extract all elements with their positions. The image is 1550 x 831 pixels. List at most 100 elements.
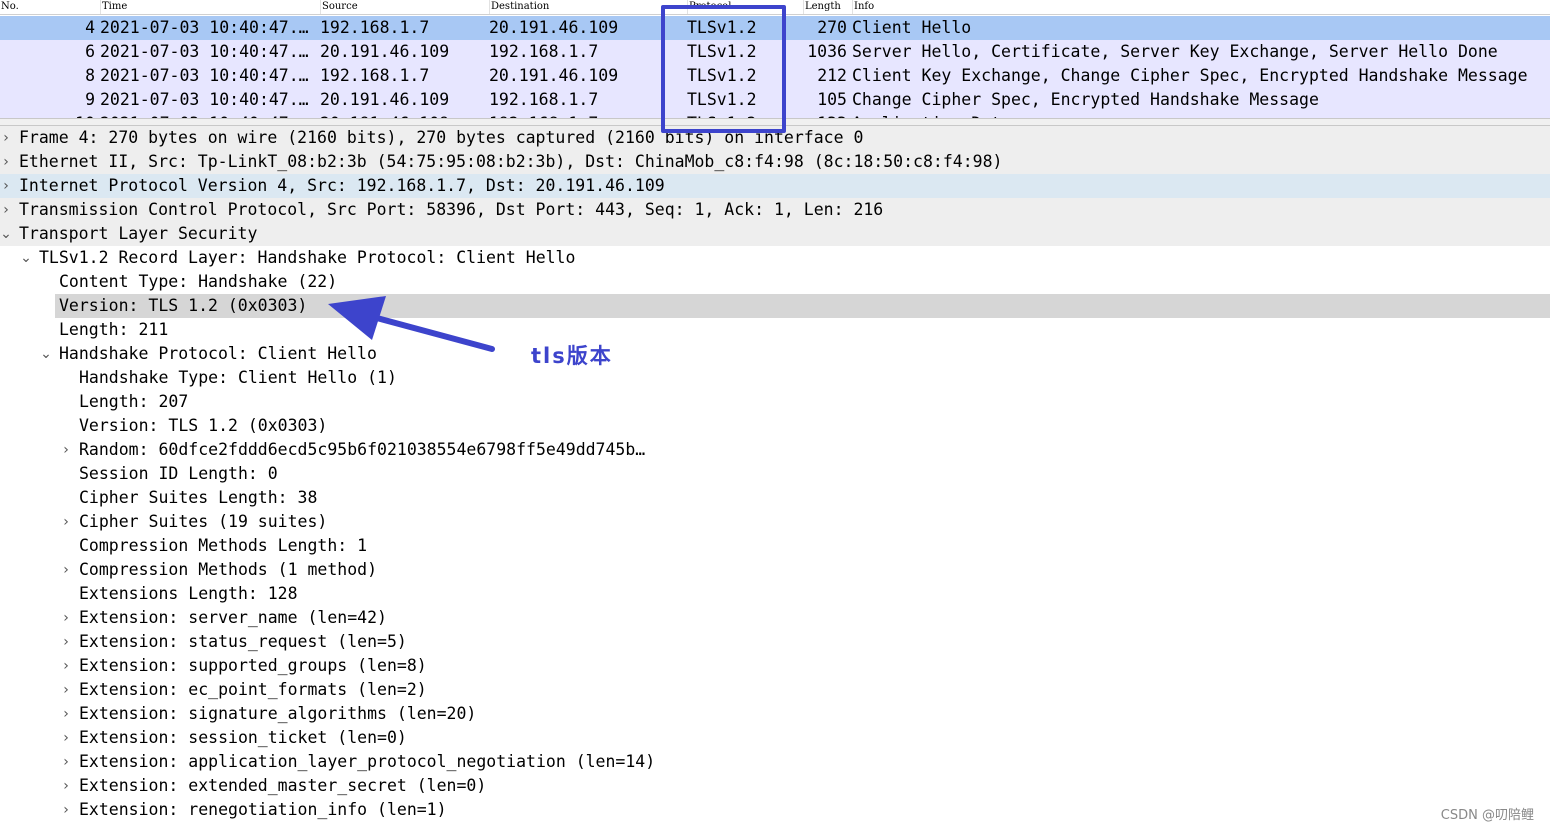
expanded-arrow-icon[interactable]: ⌄ [0, 222, 12, 246]
packet-cell-info: Server Hello, Certificate, Server Key Ex… [852, 42, 1498, 61]
detail-row[interactable]: Version: TLS 1.2 (0x0303) [0, 414, 1550, 438]
collapsed-arrow-icon[interactable]: › [60, 798, 72, 822]
packet-cell-time: 2021-07-03 10:40:47.… [100, 90, 309, 109]
expanded-arrow-icon[interactable]: ⌄ [20, 246, 32, 270]
collapsed-arrow-icon[interactable]: › [60, 774, 72, 798]
detail-row[interactable]: › Random: 60dfce2fddd6ecd5c95b6f021038554… [0, 438, 1550, 462]
detail-row[interactable]: › Extension: signature_algorithms (len=20… [0, 702, 1550, 726]
detail-text: Transport Layer Security [19, 224, 258, 243]
packet-cell-source: 20.191.46.109 [320, 90, 450, 109]
detail-text: Extension: extended_master_secret (len=0… [79, 776, 487, 795]
packet-cell-info: Client Key Exchange, Change Cipher Spec,… [852, 66, 1528, 85]
detail-row[interactable]: Extensions Length: 128 [0, 582, 1550, 606]
packet-cell-destination: 192.168.1.7 [489, 90, 599, 109]
detail-text: Handshake Type: Client Hello (1) [79, 368, 397, 387]
packet-cell-source: 192.168.1.7 [320, 18, 430, 37]
detail-row[interactable]: ⌄ Transport Layer Security [0, 222, 1550, 246]
packet-cell-info: Change Cipher Spec, Encrypted Handshake … [852, 90, 1319, 109]
detail-text: Cipher Suites (19 suites) [79, 512, 328, 531]
detail-row[interactable]: Version: TLS 1.2 (0x0303) [0, 294, 1550, 318]
collapsed-arrow-icon[interactable]: › [0, 174, 12, 198]
packet-cell-length: 1036 [807, 42, 847, 61]
detail-text: Session ID Length: 0 [79, 464, 278, 483]
detail-row[interactable]: › Cipher Suites (19 suites) [0, 510, 1550, 534]
detail-row[interactable]: Compression Methods Length: 1 [0, 534, 1550, 558]
collapsed-arrow-icon[interactable]: › [60, 438, 72, 462]
collapsed-arrow-icon[interactable]: › [0, 150, 12, 174]
packet-cell-no: 9 [85, 90, 95, 109]
packet-cell-destination: 192.168.1.7 [489, 42, 599, 61]
detail-text: Extension: renegotiation_info (len=1) [79, 800, 447, 819]
packet-cell-info: Client Hello [852, 18, 972, 37]
protocol-column-highlight-box [661, 5, 786, 133]
collapsed-arrow-icon[interactable]: › [60, 510, 72, 534]
detail-row[interactable]: Content Type: Handshake (22) [0, 270, 1550, 294]
annotation-label: tls版本 [531, 344, 613, 368]
packet-cell-destination: 20.191.46.109 [489, 18, 619, 37]
packet-cell-length: 105 [817, 90, 847, 109]
detail-row[interactable]: Length: 207 [0, 390, 1550, 414]
detail-text: Extension: application_layer_protocol_ne… [79, 752, 656, 771]
detail-row[interactable]: › Transmission Control Protocol, Src Port… [0, 198, 1550, 222]
detail-text: Extension: status_request (len=5) [79, 632, 407, 651]
packet-cell-no: 8 [85, 66, 95, 85]
detail-row[interactable]: Cipher Suites Length: 38 [0, 486, 1550, 510]
detail-row[interactable]: › Extension: status_request (len=5) [0, 630, 1550, 654]
collapsed-arrow-icon[interactable]: › [0, 198, 12, 222]
collapsed-arrow-icon[interactable]: › [0, 126, 12, 150]
detail-row[interactable]: › Extension: extended_master_secret (len=… [0, 774, 1550, 798]
detail-text: Ethernet II, Src: Tp-LinkT_08:b2:3b (54:… [19, 152, 1003, 171]
detail-row[interactable]: Length: 211 [0, 318, 1550, 342]
detail-text: Internet Protocol Version 4, Src: 192.16… [19, 176, 665, 195]
detail-text: Content Type: Handshake (22) [59, 272, 338, 291]
detail-row[interactable]: › Ethernet II, Src: Tp-LinkT_08:b2:3b (54… [0, 150, 1550, 174]
packet-cell-no: 6 [85, 42, 95, 61]
detail-row[interactable]: Session ID Length: 0 [0, 462, 1550, 486]
packet-cell-time: 2021-07-03 10:40:47.… [100, 18, 309, 37]
detail-row[interactable]: › Extension: application_layer_protocol_n… [0, 750, 1550, 774]
collapsed-arrow-icon[interactable]: › [60, 630, 72, 654]
collapsed-arrow-icon[interactable]: › [60, 678, 72, 702]
column-header-source[interactable]: Source [320, 0, 489, 14]
detail-text: Extension: server_name (len=42) [79, 608, 387, 627]
detail-text: Compression Methods (1 method) [79, 560, 378, 579]
detail-row[interactable]: › Internet Protocol Version 4, Src: 192.1… [0, 174, 1550, 198]
detail-text: Extension: ec_point_formats (len=2) [79, 680, 427, 699]
detail-row[interactable]: ⌄ TLSv1.2 Record Layer: Handshake Protoco… [0, 246, 1550, 270]
detail-row[interactable]: › Compression Methods (1 method) [0, 558, 1550, 582]
detail-text: Length: 211 [59, 320, 169, 339]
detail-row[interactable]: ⌄ Handshake Protocol: Client Hello [0, 342, 1550, 366]
detail-row[interactable]: › Extension: session_ticket (len=0) [0, 726, 1550, 750]
packet-cell-destination: 20.191.46.109 [489, 66, 619, 85]
collapsed-arrow-icon[interactable]: › [60, 750, 72, 774]
detail-text: Length: 207 [79, 392, 189, 411]
detail-row[interactable]: › Extension: server_name (len=42) [0, 606, 1550, 630]
detail-text: Extension: session_ticket (len=0) [79, 728, 407, 747]
column-header-destination[interactable]: Destination [489, 0, 687, 14]
detail-text: Extension: signature_algorithms (len=20) [79, 704, 477, 723]
collapsed-arrow-icon[interactable]: › [60, 606, 72, 630]
detail-row[interactable]: › Extension: ec_point_formats (len=2) [0, 678, 1550, 702]
detail-text: Random: 60dfce2fddd6ecd5c95b6f021038554e… [79, 440, 646, 459]
column-header-no[interactable]: No. [0, 0, 100, 14]
collapsed-arrow-icon[interactable]: › [60, 702, 72, 726]
collapsed-arrow-icon[interactable]: › [60, 726, 72, 750]
detail-row[interactable]: › Extension: supported_groups (len=8) [0, 654, 1550, 678]
column-header-length[interactable]: Length [803, 0, 852, 14]
collapsed-arrow-icon[interactable]: › [60, 654, 72, 678]
detail-row[interactable]: › Extension: renegotiation_info (len=1) [0, 798, 1550, 822]
packet-cell-source: 20.191.46.109 [320, 42, 450, 61]
watermark: CSDN @叨陪鲤 [1440, 808, 1534, 823]
detail-text: Version: TLS 1.2 (0x0303) [59, 296, 308, 315]
packet-cell-length: 270 [817, 18, 847, 37]
column-header-time[interactable]: Time [100, 0, 320, 14]
detail-text: Cipher Suites Length: 38 [79, 488, 318, 507]
detail-text: Compression Methods Length: 1 [79, 536, 368, 555]
packet-cell-no: 4 [85, 18, 95, 37]
packet-cell-time: 2021-07-03 10:40:47.… [100, 66, 309, 85]
expanded-arrow-icon[interactable]: ⌄ [40, 342, 52, 366]
collapsed-arrow-icon[interactable]: › [60, 558, 72, 582]
column-header-info[interactable]: Info [852, 0, 1550, 14]
detail-row[interactable]: Handshake Type: Client Hello (1) [0, 366, 1550, 390]
packet-cell-time: 2021-07-03 10:40:47.… [100, 42, 309, 61]
